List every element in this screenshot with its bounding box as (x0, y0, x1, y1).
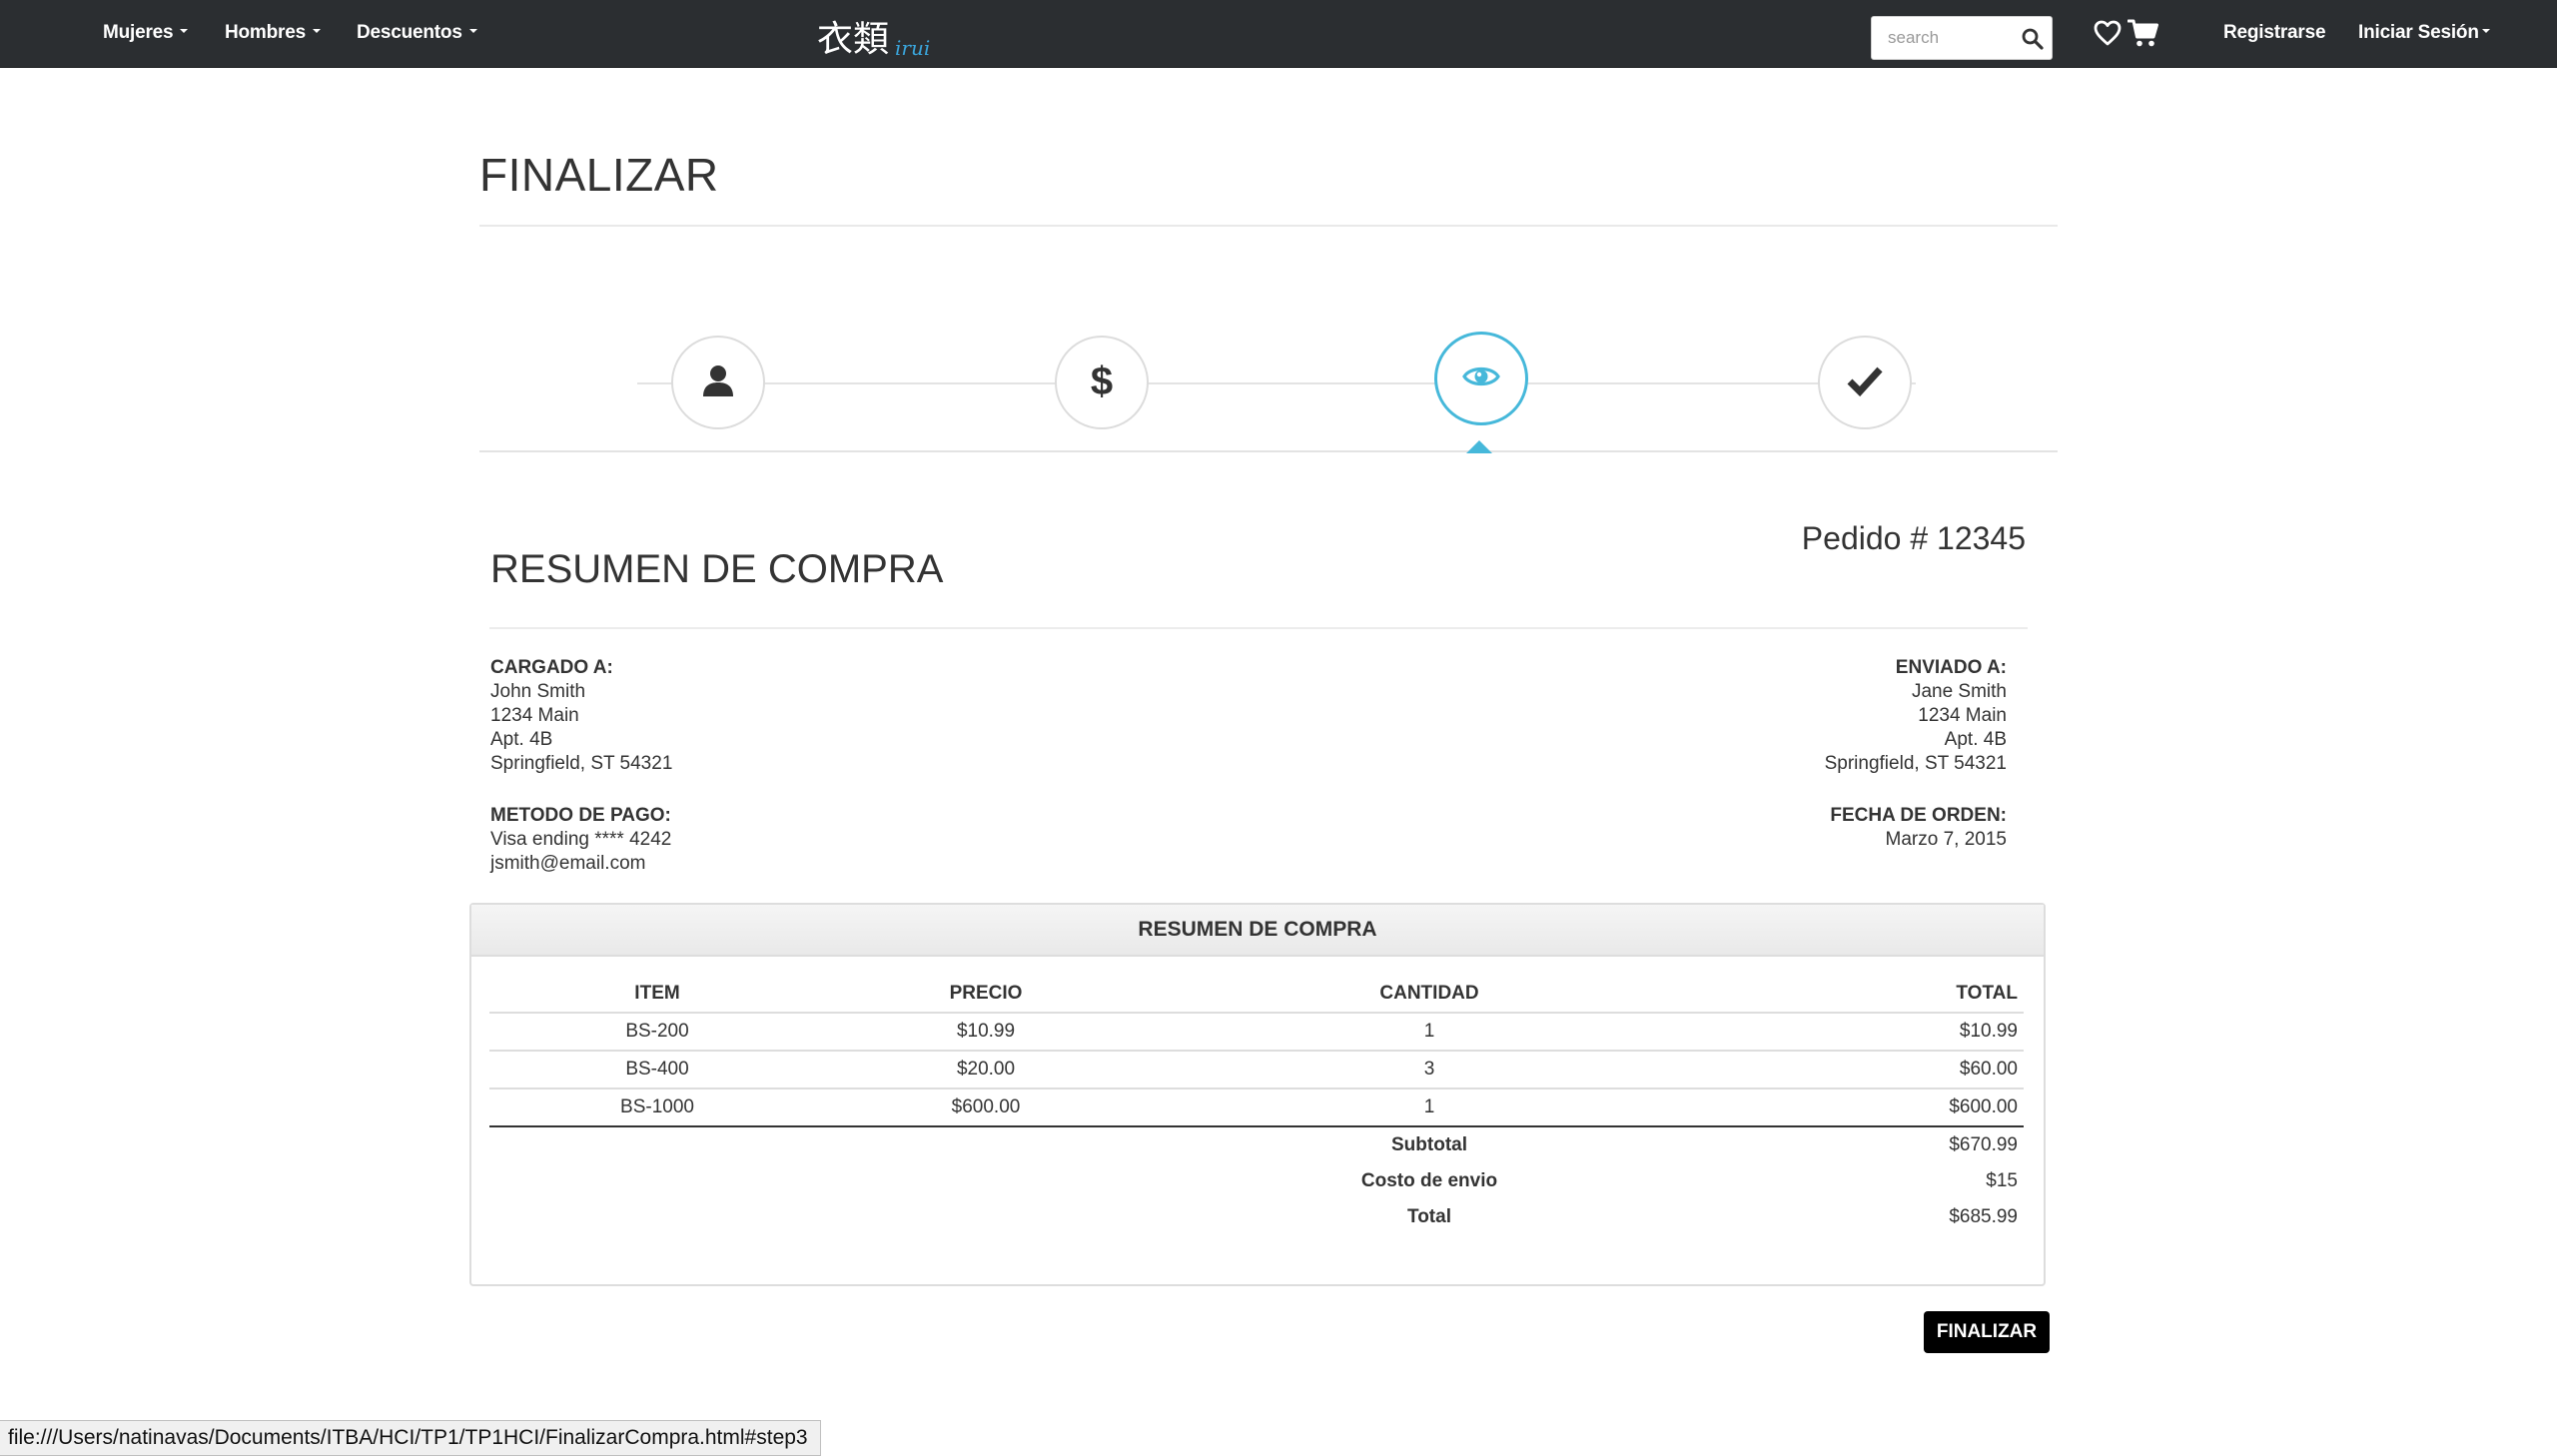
step-payment[interactable]: $ (1055, 336, 1149, 429)
login-dropdown[interactable]: Iniciar Sesión (2358, 22, 2490, 44)
table-cell-quantity: 1 (1423, 1021, 1435, 1042)
payment-method-block: METODO DE PAGO: Visa ending **** 4242 js… (490, 804, 671, 876)
billed-to-label: CARGADO A: (490, 657, 613, 678)
nav-menu-hombres[interactable]: Hombres (225, 22, 321, 44)
order-number: Pedido # 12345 (1801, 520, 2026, 556)
shipping-cost-value: $15 (1986, 1170, 2018, 1191)
order-date-value: Marzo 7, 2015 (1885, 829, 2007, 850)
nav-menu-mujeres[interactable]: Mujeres (103, 22, 189, 44)
table-row-separator (489, 1088, 2024, 1090)
cart-icon[interactable] (2127, 18, 2159, 53)
billed-to-line: John Smith (490, 681, 586, 702)
grand-total-value: $685.99 (1949, 1206, 2018, 1227)
title-divider (479, 225, 2058, 227)
table-cell-item: BS-400 (625, 1059, 689, 1080)
table-cell-item: BS-200 (625, 1021, 689, 1042)
table-cell-total: $60.00 (1959, 1059, 2018, 1080)
order-date-label: FECHA DE ORDEN: (1830, 805, 2007, 826)
table-totals-separator (489, 1125, 2024, 1127)
search-icon[interactable] (2020, 26, 2046, 52)
billed-to-line: Springfield, ST 54321 (490, 753, 673, 774)
svg-text:$: $ (1091, 360, 1113, 402)
column-header-total: TOTAL (1956, 983, 2018, 1004)
summary-divider (489, 627, 2028, 629)
nav-menu-label: Mujeres (103, 22, 174, 43)
finalize-button[interactable]: FINALIZAR (1924, 1311, 2050, 1353)
caret-down-icon (2481, 28, 2490, 33)
order-summary-panel: RESUMEN DE COMPRA (469, 903, 2046, 1286)
logo-subtitle: irui (895, 36, 931, 60)
table-cell-price: $20.00 (956, 1059, 1016, 1080)
panel-title: RESUMEN DE COMPRA (471, 905, 2044, 957)
table-cell-item: BS-1000 (620, 1096, 694, 1117)
subtotal-value: $670.99 (1949, 1134, 2018, 1155)
table-header-separator (489, 1012, 2024, 1014)
user-icon (700, 363, 736, 403)
eye-icon (1462, 363, 1500, 395)
payment-method-label: METODO DE PAGO: (490, 805, 671, 826)
caret-down-icon (180, 28, 189, 33)
step-confirm[interactable] (1818, 336, 1912, 429)
nav-menu-descuentos[interactable]: Descuentos (357, 22, 477, 44)
site-logo[interactable]: 衣類 irui (817, 10, 930, 62)
step-review[interactable] (1434, 332, 1528, 425)
shipping-cost-label: Costo de envio (1360, 1170, 1498, 1191)
column-header-price: PRECIO (949, 983, 1023, 1004)
column-header-quantity: CANTIDAD (1379, 983, 1479, 1004)
payment-email: jsmith@email.com (490, 853, 646, 874)
shipped-to-line: 1234 Main (1918, 705, 2007, 726)
subtotal-label: Subtotal (1391, 1134, 1467, 1155)
register-link[interactable]: Registrarse (2223, 22, 2326, 44)
column-header-item: ITEM (634, 983, 680, 1004)
billed-to-line: Apt. 4B (490, 729, 553, 750)
shipped-to-line: Springfield, ST 54321 (1824, 753, 2007, 774)
shipped-to-label: ENVIADO A: (1895, 657, 2007, 678)
login-label: Iniciar Sesión (2358, 22, 2479, 43)
order-date-block: FECHA DE ORDEN: Marzo 7, 2015 (1830, 804, 2007, 852)
step-personal-data[interactable] (671, 336, 765, 429)
stepper-track (637, 382, 1916, 384)
shipped-to-line: Jane Smith (1911, 681, 2007, 702)
browser-status-bar: file:///Users/natinavas/Documents/ITBA/H… (0, 1420, 821, 1456)
shipped-to-line: Apt. 4B (1944, 729, 2007, 750)
top-navbar: Mujeres Hombres Descuentos 衣類irui Re (0, 0, 2557, 68)
table-cell-quantity: 3 (1423, 1059, 1435, 1080)
check-icon (1846, 364, 1884, 401)
register-label: Registrarse (2223, 22, 2326, 43)
billed-to-line: 1234 Main (490, 705, 579, 726)
table-cell-total: $10.99 (1959, 1021, 2018, 1042)
logo-kanji: 衣類 (817, 19, 890, 60)
table-row-separator (489, 1050, 2024, 1052)
table-cell-quantity: 1 (1423, 1096, 1435, 1117)
grand-total-label: Total (1407, 1206, 1451, 1227)
payment-method-line: Visa ending **** 4242 (490, 829, 672, 850)
nav-menu-label: Descuentos (357, 22, 462, 43)
search-box (1871, 16, 2053, 60)
dollar-icon: $ (1087, 359, 1117, 407)
active-step-pointer (1466, 440, 1492, 453)
search-input[interactable] (1872, 17, 2012, 59)
heart-icon[interactable] (2094, 20, 2122, 51)
table-cell-price: $600.00 (951, 1096, 1021, 1117)
caret-down-icon (468, 28, 477, 33)
summary-title: RESUMEN DE COMPRA (490, 547, 944, 591)
table-cell-total: $600.00 (1949, 1096, 2018, 1117)
page-title: FINALIZAR (479, 149, 719, 201)
nav-menu-label: Hombres (225, 22, 306, 43)
shipped-to-block: ENVIADO A: Jane Smith 1234 Main Apt. 4B … (1825, 656, 2007, 776)
stepper-divider (479, 450, 2058, 452)
caret-down-icon (312, 28, 321, 33)
billed-to-block: CARGADO A: John Smith 1234 Main Apt. 4B … (490, 656, 672, 776)
table-cell-price: $10.99 (956, 1021, 1016, 1042)
